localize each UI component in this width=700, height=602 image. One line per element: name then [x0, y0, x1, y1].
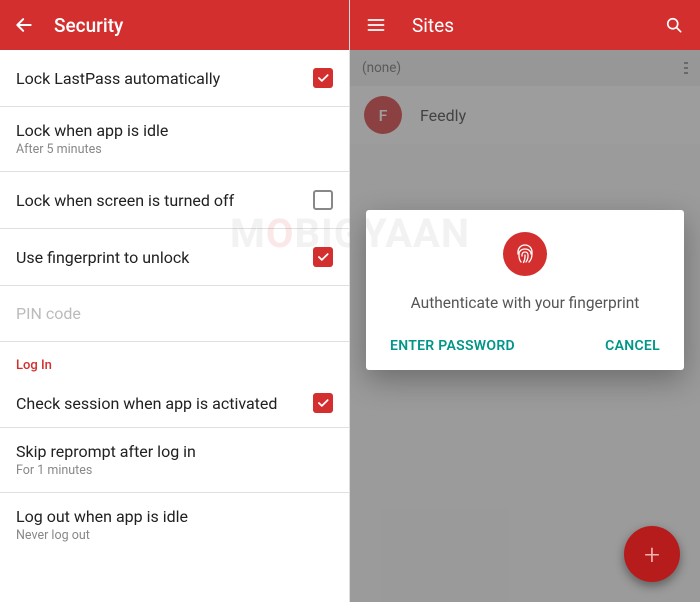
row-lock-screen-off[interactable]: Lock when screen is turned off	[0, 172, 349, 229]
fingerprint-dialog: Authenticate with your fingerprint ENTER…	[366, 210, 684, 370]
row-label: Check session when app is activated	[16, 394, 313, 413]
enter-password-button[interactable]: ENTER PASSWORD	[390, 338, 515, 354]
fingerprint-icon	[503, 232, 547, 276]
plus-icon: +	[644, 538, 660, 571]
row-skip-reprompt[interactable]: Skip reprompt after log in For 1 minutes	[0, 428, 349, 493]
row-use-fingerprint[interactable]: Use fingerprint to unlock	[0, 229, 349, 286]
row-label: Use fingerprint to unlock	[16, 248, 313, 267]
checkbox-icon[interactable]	[313, 68, 333, 88]
row-logout-idle[interactable]: Log out when app is idle Never log out	[0, 493, 349, 557]
dialog-text: Authenticate with your fingerprint	[386, 294, 664, 312]
row-lock-auto[interactable]: Lock LastPass automatically	[0, 50, 349, 107]
page-title: Sites	[412, 14, 662, 37]
settings-pane: Security Lock LastPass automatically Loc…	[0, 0, 350, 602]
page-title: Security	[54, 14, 123, 37]
checkbox-icon[interactable]	[313, 190, 333, 210]
search-icon[interactable]	[662, 13, 686, 37]
menu-icon[interactable]	[364, 13, 388, 37]
sites-pane: Sites (none) F Feedly Authenticate with …	[350, 0, 700, 602]
row-label: Lock LastPass automatically	[16, 69, 313, 88]
app-bar: Sites	[350, 0, 700, 50]
row-check-session[interactable]: Check session when app is activated	[0, 379, 349, 428]
add-fab[interactable]: +	[624, 526, 680, 582]
section-login: Log In	[0, 342, 349, 379]
back-icon[interactable]	[12, 13, 36, 37]
cancel-button[interactable]: CANCEL	[605, 338, 660, 354]
row-label: Log out when app is idle	[16, 507, 333, 526]
row-label: Lock when app is idle	[16, 121, 333, 140]
app-bar: Security	[0, 0, 349, 50]
row-sub: Never log out	[16, 528, 333, 543]
row-label: Skip reprompt after log in	[16, 442, 333, 461]
row-pin-code: PIN code	[0, 286, 349, 342]
row-label: Lock when screen is turned off	[16, 191, 313, 210]
row-lock-idle[interactable]: Lock when app is idle After 5 minutes	[0, 107, 349, 172]
row-sub: For 1 minutes	[16, 463, 333, 478]
checkbox-icon[interactable]	[313, 247, 333, 267]
row-sub: After 5 minutes	[16, 142, 333, 157]
row-label: PIN code	[16, 304, 333, 323]
checkbox-icon[interactable]	[313, 393, 333, 413]
